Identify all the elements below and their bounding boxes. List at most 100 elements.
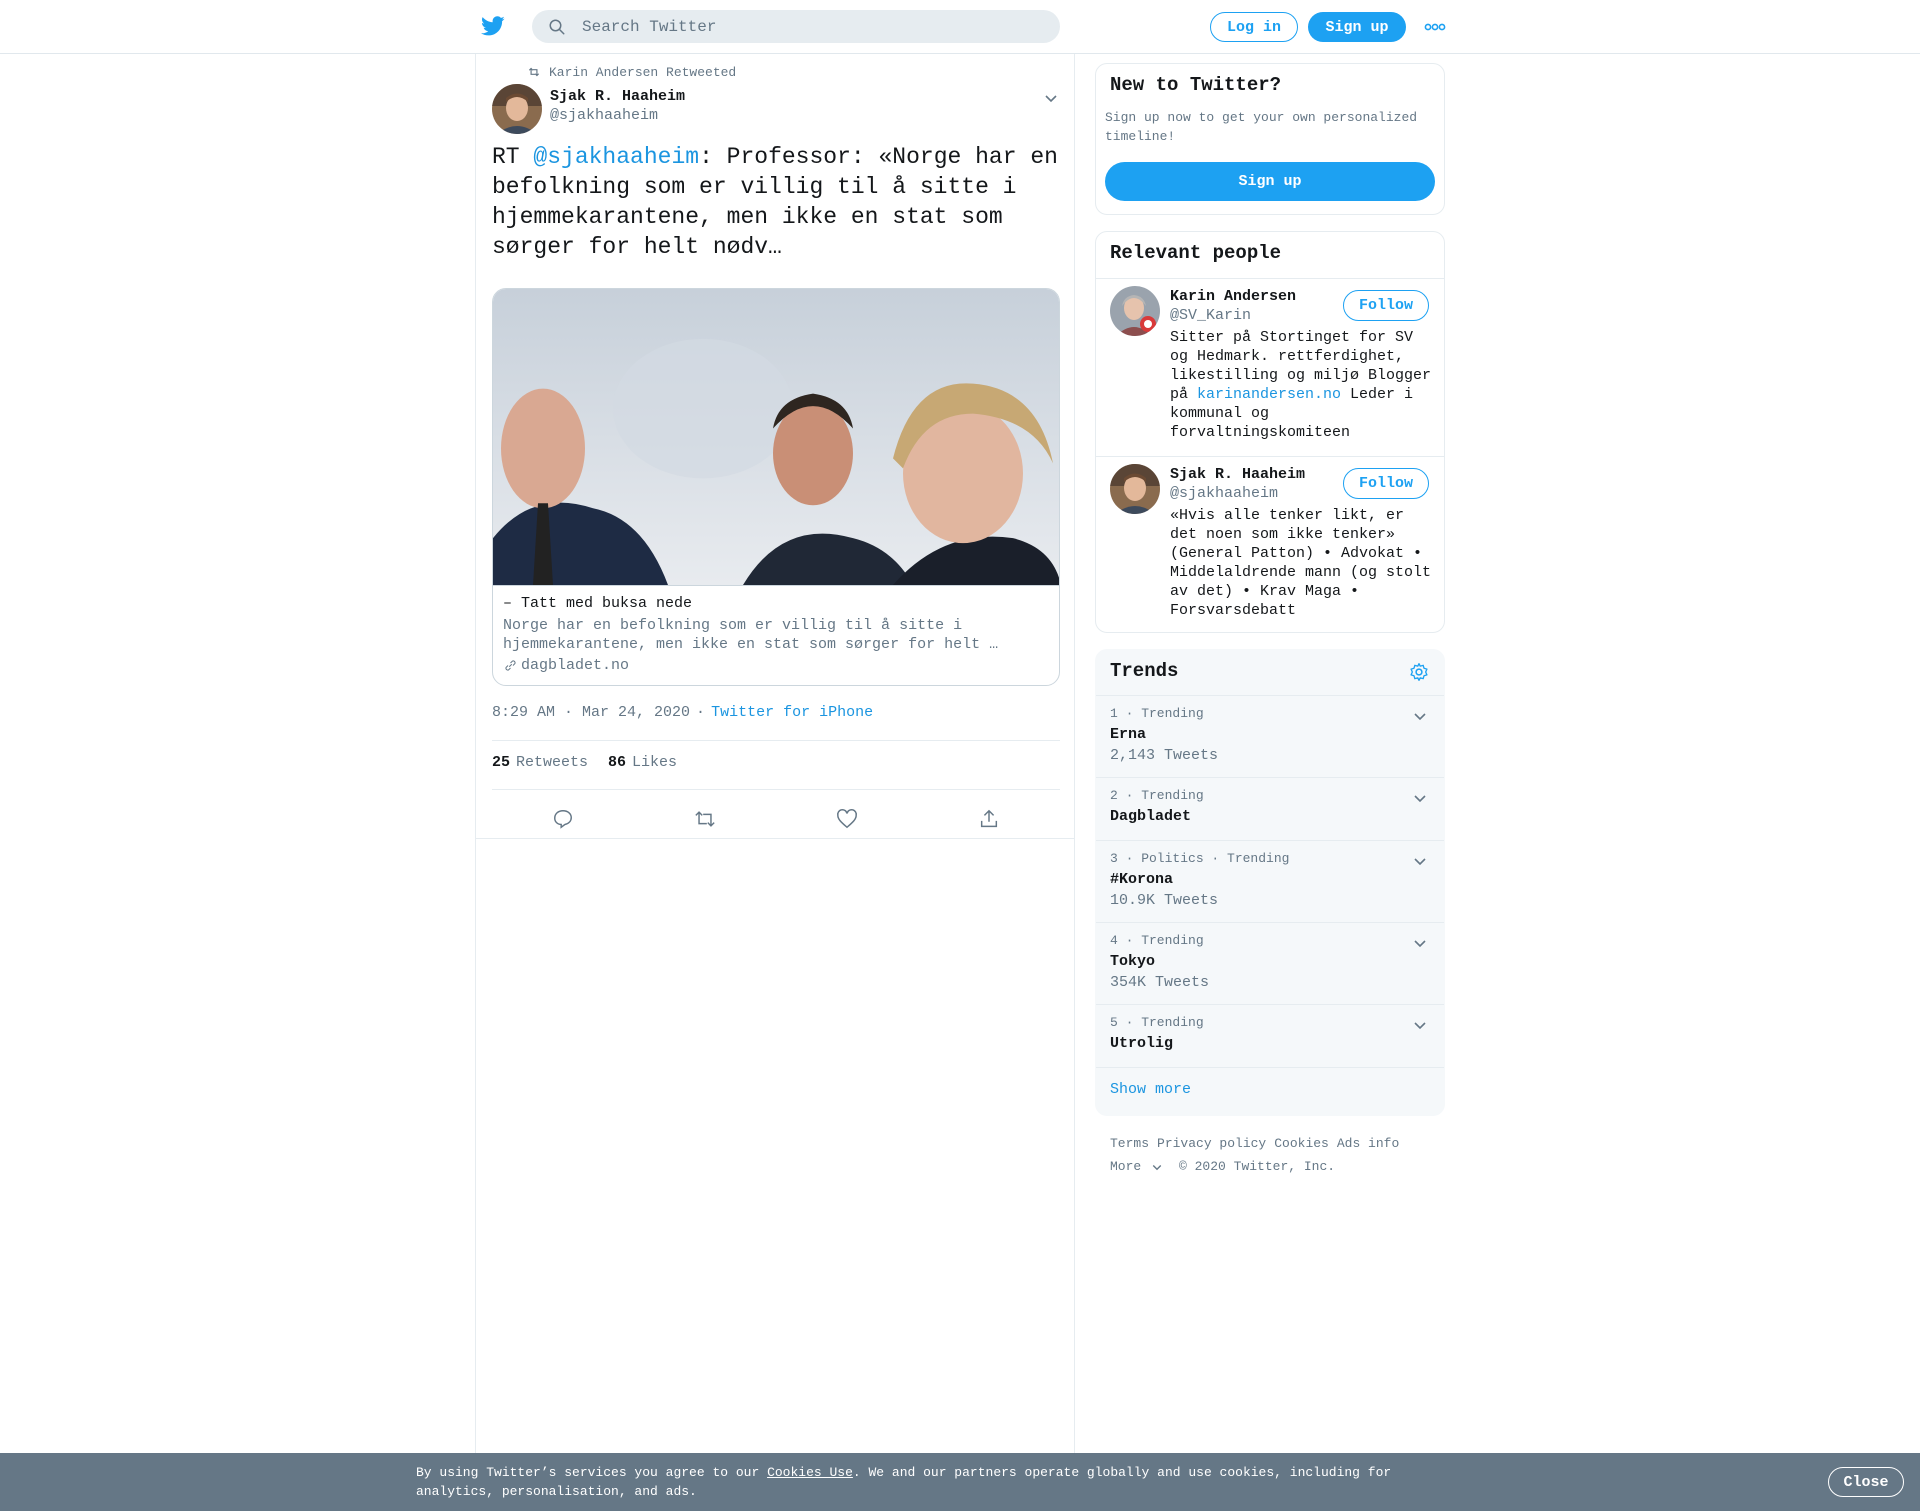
trend-meta: 3 · Politics · Trending	[1110, 851, 1290, 866]
trend-footer: Show more	[1096, 1067, 1444, 1115]
share-icon[interactable]	[978, 808, 1000, 830]
tweet-stats: 25 Retweets 86 Likes	[492, 754, 677, 771]
person-bio: «Hvis alle tenker likt, er det noen som …	[1170, 507, 1432, 619]
person-karin-andersen: Karin Andersen @SV_Karin Follow Sitter p…	[1096, 278, 1444, 456]
person-bio-link[interactable]: karinandersen.no	[1197, 386, 1341, 403]
link-card[interactable]: – Tatt med buksa nede Norge har en befol…	[492, 288, 1060, 686]
twitter-bird-icon[interactable]	[480, 14, 506, 38]
trend-item[interactable]: 2 · Trending Dagbladet	[1096, 777, 1444, 840]
cookies-use-link[interactable]: Cookies Use	[767, 1465, 853, 1480]
author-name[interactable]: Sjak R. Haaheim	[550, 88, 685, 105]
retweet-context: Karin Andersen Retweeted	[527, 62, 736, 82]
trend-item[interactable]: 4 · Trending Tokyo 354K Tweets	[1096, 922, 1444, 1004]
trend-name: Erna	[1110, 726, 1147, 743]
follow-button[interactable]: Follow	[1343, 468, 1429, 499]
show-more-link[interactable]: Show more	[1110, 1081, 1191, 1098]
retweet-icon	[528, 67, 540, 77]
copyright: © 2020 Twitter, Inc.	[1179, 1159, 1336, 1174]
retweets-stat[interactable]: 25 Retweets	[492, 754, 588, 771]
top-navigation-bar: Log in Sign up	[0, 0, 1920, 54]
login-button[interactable]: Log in	[1210, 12, 1298, 42]
avatar[interactable]	[1110, 464, 1160, 514]
author-handle[interactable]: @sjakhaaheim	[550, 107, 658, 124]
footer-link-ads-info[interactable]: Ads info	[1337, 1136, 1399, 1151]
relevant-people-title: Relevant people	[1110, 242, 1282, 264]
cookie-consent-bar: By using Twitter’s services you agree to…	[0, 1453, 1920, 1511]
trend-meta: 5 · Trending	[1110, 1015, 1204, 1030]
person-handle[interactable]: @sjakhaaheim	[1170, 485, 1278, 502]
chevron-down-icon[interactable]	[1412, 790, 1428, 806]
more-dots-icon[interactable]	[1424, 20, 1446, 34]
new-to-twitter-text: Sign up now to get your own personalized…	[1105, 110, 1418, 144]
trend-count: 10.9K Tweets	[1110, 892, 1219, 909]
trends-panel: Trends 1 · Trending Erna 2,143 Tweets 2 …	[1095, 649, 1445, 1116]
person-name[interactable]: Sjak R. Haaheim	[1170, 466, 1305, 483]
trend-item[interactable]: 1 · Trending Erna 2,143 Tweets	[1096, 695, 1444, 777]
card-image[interactable]	[493, 289, 1060, 586]
trend-item[interactable]: 5 · Trending Utrolig	[1096, 1004, 1444, 1067]
footer-link-terms[interactable]: Terms	[1110, 1136, 1149, 1151]
person-handle[interactable]: @SV_Karin	[1170, 307, 1251, 324]
likes-stat[interactable]: 86 Likes	[608, 754, 677, 771]
chevron-down-icon[interactable]	[1412, 708, 1428, 724]
chevron-down-icon[interactable]	[1412, 935, 1428, 951]
chevron-down-icon[interactable]	[1412, 1017, 1428, 1033]
relevant-people-panel: Relevant people Karin Andersen @SV_Karin…	[1095, 231, 1445, 633]
tweet-meta: 8:29 AM · Mar 24, 2020 · Twitter for iPh…	[492, 704, 873, 721]
author-avatar[interactable]	[492, 84, 542, 134]
card-description: Norge har en befolkning som er villig ti…	[503, 617, 999, 653]
person-sjak-haaheim: Sjak R. Haaheim @sjakhaaheim Follow «Hvi…	[1096, 456, 1444, 632]
close-cookie-button[interactable]: Close	[1828, 1467, 1904, 1497]
tweet-text-prefix: RT	[492, 144, 534, 170]
trend-name: #Korona	[1110, 871, 1174, 888]
divider	[476, 838, 1074, 839]
trend-count: 354K Tweets	[1110, 974, 1210, 991]
tweet-source-link[interactable]: Twitter for iPhone	[711, 704, 873, 721]
footer-link-privacy[interactable]: Privacy policy	[1157, 1136, 1266, 1151]
sidebar-signup-button[interactable]: Sign up	[1105, 162, 1435, 201]
retweets-label: Retweets	[516, 754, 589, 771]
chevron-down-icon[interactable]	[1412, 853, 1428, 869]
cookie-text: By using Twitter’s services you agree to…	[416, 1463, 1416, 1501]
retweet-icon[interactable]	[694, 808, 716, 830]
chevron-down-icon[interactable]	[1043, 90, 1059, 106]
trend-name: Tokyo	[1110, 953, 1156, 970]
trend-meta: 1 · Trending	[1110, 706, 1204, 721]
footer-link-cookies[interactable]: Cookies	[1274, 1136, 1329, 1151]
reply-icon[interactable]	[552, 808, 574, 830]
footer-more-label: More	[1110, 1159, 1142, 1174]
trends-title: Trends	[1110, 660, 1179, 682]
search-box[interactable]	[532, 10, 1060, 43]
person-name[interactable]: Karin Andersen	[1170, 288, 1296, 305]
card-domain[interactable]: dagbladet.no	[503, 657, 629, 674]
likes-count: 86	[608, 754, 627, 771]
retweets-count: 25	[492, 754, 511, 771]
tweet-actions	[492, 800, 1060, 840]
tweet-text: RT @sjakhaaheim: Professor: «Norge har e…	[492, 142, 1062, 262]
likes-label: Likes	[632, 754, 678, 771]
new-to-twitter-panel: New to Twitter? Sign up now to get your …	[1095, 63, 1445, 215]
chevron-down-icon	[1152, 1164, 1162, 1170]
trend-item[interactable]: 3 · Politics · Trending #Korona 10.9K Tw…	[1096, 840, 1444, 922]
tweet-mention-link[interactable]: @sjakhaaheim	[533, 144, 699, 170]
cookie-text-before: By using Twitter’s services you agree to…	[416, 1465, 768, 1480]
trend-name: Dagbladet	[1110, 808, 1192, 825]
divider	[492, 740, 1060, 741]
follow-button[interactable]: Follow	[1343, 290, 1429, 321]
footer-more-menu[interactable]: More	[1110, 1155, 1163, 1178]
link-icon	[505, 660, 516, 671]
person-bio: Sitter på Stortinget for SV og Hedmark. …	[1170, 328, 1432, 442]
signup-button[interactable]: Sign up	[1308, 12, 1406, 42]
retweeted-by-label[interactable]: Karin Andersen Retweeted	[549, 65, 736, 80]
trend-count: 2,143 Tweets	[1110, 747, 1219, 764]
trend-meta: 4 · Trending	[1110, 933, 1204, 948]
tweet-timestamp[interactable]: 8:29 AM · Mar 24, 2020	[492, 704, 690, 721]
trend-name: Utrolig	[1110, 1035, 1174, 1052]
meta-separator: ·	[696, 704, 706, 721]
footer-links: Terms Privacy policy Cookies Ads info More …	[1110, 1132, 1450, 1178]
like-icon[interactable]	[836, 808, 858, 830]
avatar[interactable]	[1110, 286, 1160, 336]
card-title[interactable]: – Tatt med buksa nede	[503, 595, 692, 612]
gear-icon[interactable]	[1409, 662, 1429, 682]
search-input[interactable]	[582, 10, 1042, 43]
